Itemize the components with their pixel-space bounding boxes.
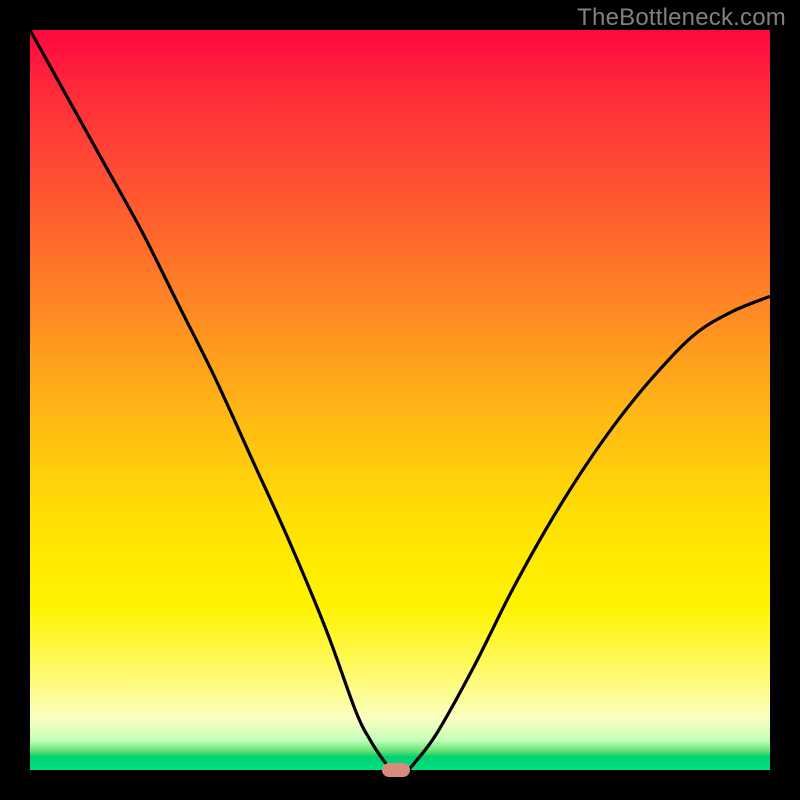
bottleneck-curve	[30, 30, 770, 770]
watermark-text: TheBottleneck.com	[577, 4, 786, 32]
minimum-marker	[382, 763, 410, 777]
plot-area	[30, 30, 770, 770]
chart-frame: TheBottleneck.com	[0, 0, 800, 800]
curve-path	[30, 30, 770, 771]
